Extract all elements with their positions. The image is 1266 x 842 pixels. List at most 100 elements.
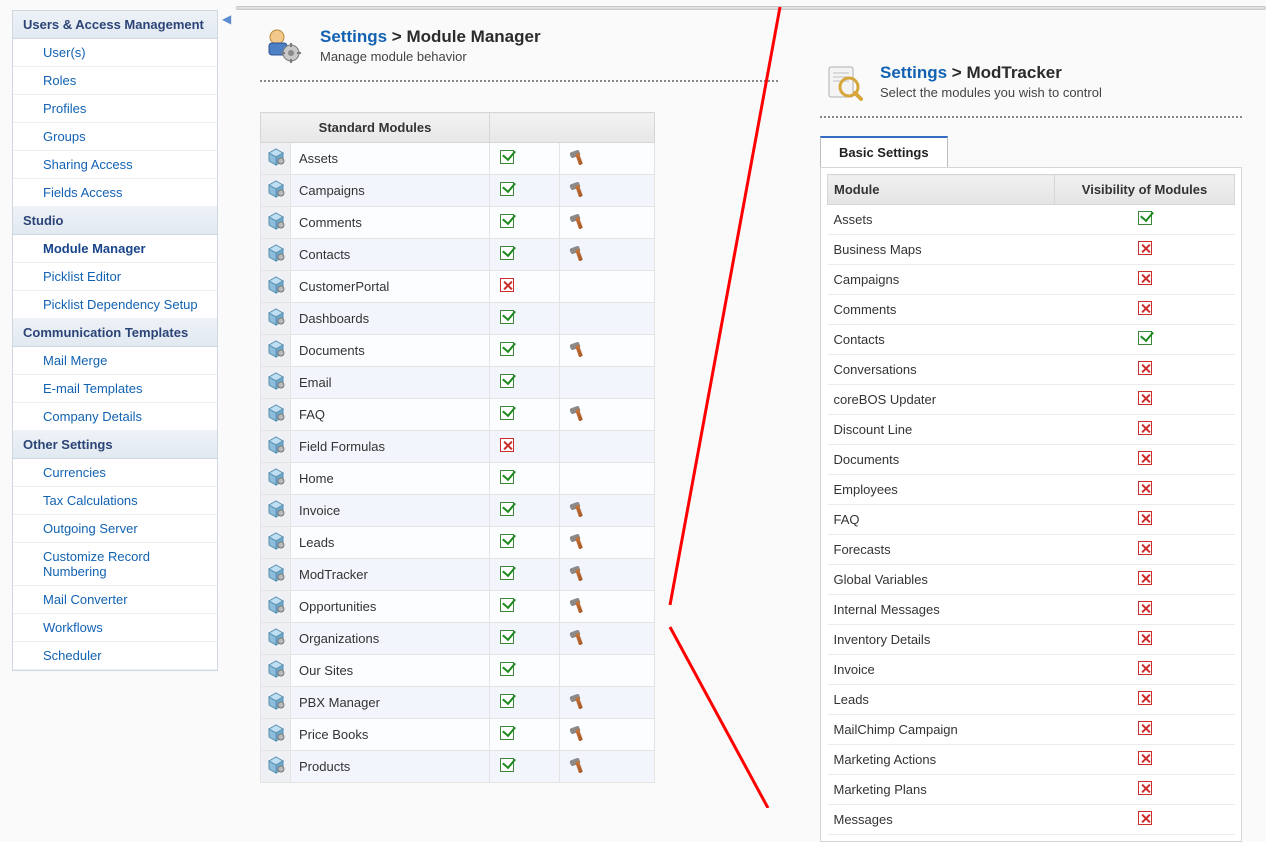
- module-name: Campaigns: [291, 175, 490, 207]
- module-enabled-toggle[interactable]: [490, 623, 560, 655]
- module-visibility-toggle[interactable]: [1055, 685, 1235, 715]
- module-visibility-toggle[interactable]: [1055, 325, 1235, 355]
- table-row: Invoice: [828, 655, 1235, 685]
- module-enabled-toggle[interactable]: [490, 367, 560, 399]
- sidebar-item[interactable]: Sharing Access: [13, 151, 217, 179]
- module-name: FAQ: [828, 505, 1055, 535]
- table-row: FAQ: [261, 399, 655, 431]
- breadcrumb-settings-link[interactable]: Settings: [320, 27, 387, 46]
- module-enabled-toggle[interactable]: [490, 495, 560, 527]
- module-enabled-toggle[interactable]: [490, 431, 560, 463]
- table-row: Campaigns: [261, 175, 655, 207]
- module-visibility-toggle[interactable]: [1055, 715, 1235, 745]
- sidebar-section-header: Users & Access Management: [13, 11, 217, 39]
- module-enabled-toggle[interactable]: [490, 271, 560, 303]
- module-visibility-toggle[interactable]: [1055, 775, 1235, 805]
- module-cube-icon: [261, 495, 291, 527]
- module-visibility-toggle[interactable]: [1055, 535, 1235, 565]
- sidebar-item[interactable]: Mail Merge: [13, 347, 217, 375]
- module-visibility-toggle[interactable]: [1055, 295, 1235, 325]
- sidebar-item[interactable]: Roles: [13, 67, 217, 95]
- sidebar-item[interactable]: Tax Calculations: [13, 487, 217, 515]
- module-enabled-toggle[interactable]: [490, 527, 560, 559]
- sidebar-collapse-toggle[interactable]: ◀: [222, 12, 231, 26]
- module-settings-button[interactable]: [560, 591, 655, 623]
- module-settings-button: [560, 431, 655, 463]
- module-enabled-toggle[interactable]: [490, 239, 560, 271]
- module-cube-icon: [261, 335, 291, 367]
- module-visibility-toggle[interactable]: [1055, 385, 1235, 415]
- sidebar-item[interactable]: User(s): [13, 39, 217, 67]
- sidebar-item[interactable]: Module Manager: [13, 235, 217, 263]
- sidebar-item[interactable]: Outgoing Server: [13, 515, 217, 543]
- module-name: Assets: [291, 143, 490, 175]
- module-settings-button[interactable]: [560, 335, 655, 367]
- module-visibility-toggle[interactable]: [1055, 745, 1235, 775]
- module-visibility-toggle[interactable]: [1055, 565, 1235, 595]
- module-settings-button[interactable]: [560, 399, 655, 431]
- module-settings-button[interactable]: [560, 623, 655, 655]
- module-settings-button[interactable]: [560, 527, 655, 559]
- module-settings-button[interactable]: [560, 751, 655, 783]
- module-visibility-toggle[interactable]: [1055, 445, 1235, 475]
- module-settings-button[interactable]: [560, 239, 655, 271]
- module-name: ModTracker: [291, 559, 490, 591]
- module-enabled-toggle[interactable]: [490, 463, 560, 495]
- module-name: Organizations: [291, 623, 490, 655]
- module-visibility-toggle[interactable]: [1055, 205, 1235, 235]
- module-name: Marketing Actions: [828, 745, 1055, 775]
- sidebar-item[interactable]: Mail Converter: [13, 586, 217, 614]
- module-visibility-toggle[interactable]: [1055, 235, 1235, 265]
- table-row: Home: [261, 463, 655, 495]
- module-visibility-toggle[interactable]: [1055, 625, 1235, 655]
- sidebar-item[interactable]: Workflows: [13, 614, 217, 642]
- module-enabled-toggle[interactable]: [490, 591, 560, 623]
- sidebar-item[interactable]: Fields Access: [13, 179, 217, 207]
- sidebar-item[interactable]: Profiles: [13, 95, 217, 123]
- module-visibility-toggle[interactable]: [1055, 415, 1235, 445]
- module-visibility-toggle[interactable]: [1055, 265, 1235, 295]
- sidebar-item[interactable]: Currencies: [13, 459, 217, 487]
- module-name: PBX Manager: [291, 687, 490, 719]
- table-row: Business Maps: [828, 235, 1235, 265]
- module-visibility-toggle[interactable]: [1055, 355, 1235, 385]
- module-enabled-toggle[interactable]: [490, 719, 560, 751]
- sidebar-item[interactable]: Scheduler: [13, 642, 217, 670]
- table-row: Comments: [261, 207, 655, 239]
- module-enabled-toggle[interactable]: [490, 335, 560, 367]
- module-enabled-toggle[interactable]: [490, 303, 560, 335]
- module-enabled-toggle[interactable]: [490, 687, 560, 719]
- module-settings-button[interactable]: [560, 495, 655, 527]
- sidebar-item[interactable]: Groups: [13, 123, 217, 151]
- sidebar-item[interactable]: E-mail Templates: [13, 375, 217, 403]
- module-enabled-toggle[interactable]: [490, 207, 560, 239]
- module-enabled-toggle[interactable]: [490, 559, 560, 591]
- sidebar-item[interactable]: Customize Record Numbering: [13, 543, 217, 586]
- module-name: Contacts: [828, 325, 1055, 355]
- module-settings-button[interactable]: [560, 687, 655, 719]
- module-name: FAQ: [291, 399, 490, 431]
- module-settings-button[interactable]: [560, 175, 655, 207]
- module-visibility-toggle[interactable]: [1055, 655, 1235, 685]
- module-visibility-toggle[interactable]: [1055, 475, 1235, 505]
- page-title: Settings > Module Manager: [320, 27, 541, 47]
- module-enabled-toggle[interactable]: [490, 143, 560, 175]
- module-settings-button[interactable]: [560, 143, 655, 175]
- module-cube-icon: [261, 367, 291, 399]
- table-row: Conversations: [828, 355, 1235, 385]
- breadcrumb-settings-link[interactable]: Settings: [880, 63, 947, 82]
- sidebar-item[interactable]: Picklist Dependency Setup: [13, 291, 217, 319]
- module-settings-button[interactable]: [560, 719, 655, 751]
- module-visibility-toggle[interactable]: [1055, 805, 1235, 835]
- module-settings-button[interactable]: [560, 207, 655, 239]
- module-enabled-toggle[interactable]: [490, 751, 560, 783]
- sidebar-item[interactable]: Picklist Editor: [13, 263, 217, 291]
- module-enabled-toggle[interactable]: [490, 399, 560, 431]
- module-enabled-toggle[interactable]: [490, 175, 560, 207]
- tab-basic-settings[interactable]: Basic Settings: [820, 136, 948, 167]
- module-settings-button[interactable]: [560, 559, 655, 591]
- module-visibility-toggle[interactable]: [1055, 595, 1235, 625]
- module-enabled-toggle[interactable]: [490, 655, 560, 687]
- sidebar-item[interactable]: Company Details: [13, 403, 217, 431]
- module-visibility-toggle[interactable]: [1055, 505, 1235, 535]
